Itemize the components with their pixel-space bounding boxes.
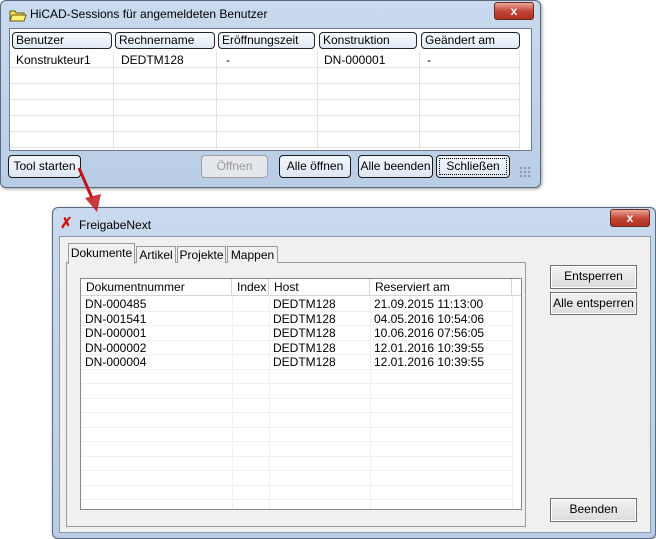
row-line (10, 83, 520, 84)
table-row[interactable]: DN-001541 DEDTM128 04.05.2016 10:54:06 (81, 312, 512, 326)
tab-projekte[interactable]: Projekte (177, 246, 226, 263)
table-cell: DEDTM128 (273, 311, 336, 326)
column-header[interactable]: Benutzer (12, 32, 112, 49)
table-row[interactable]: DN-000002 DEDTM128 12.01.2016 10:39:55 (81, 341, 512, 355)
column-header[interactable]: Geändert am (421, 32, 520, 49)
table-cell: DN-000001 (85, 326, 147, 340)
row-line (81, 470, 512, 471)
tab-mappen[interactable]: Mappen (227, 246, 278, 263)
table-cell: - (226, 53, 230, 67)
sessions-table-body: Benutzer Rechnername Eröffnungszeit Konstru… (10, 29, 531, 150)
column-header[interactable]: Index (232, 279, 269, 296)
table-cell: 21.09.2015 11:13:00 (374, 297, 484, 311)
table-cell: DEDTM128 (273, 297, 336, 311)
end-all-button[interactable]: Alle beenden (358, 155, 433, 178)
row-line (10, 67, 520, 68)
table-cell: 04.05.2016 10:54:06 (374, 311, 485, 326)
table-cell: DEDTM128 (273, 355, 336, 369)
quit-button[interactable]: Beenden (550, 498, 637, 522)
table-cell: Konstrukteur1 (16, 53, 91, 67)
table-cell: DEDTM128 (121, 53, 184, 67)
freigabe-window: ✗ FreigabeNext x Dokumente Artikel Proje… (52, 207, 656, 539)
row-line (81, 412, 512, 413)
table-cell: DN-000001 (324, 53, 386, 67)
table-cell: DN-000004 (85, 355, 147, 369)
table-cell: DEDTM128 (273, 340, 336, 355)
row-line (81, 455, 512, 457)
row-line (10, 99, 520, 100)
tab-dokumente[interactable]: Dokumente (68, 243, 135, 264)
table-cell: 10.06.2016 07:56:05 (374, 326, 485, 340)
window-title: FreigabeNext (79, 218, 152, 232)
column-header[interactable]: Rechnername (115, 32, 215, 49)
row-line (81, 441, 512, 442)
table-row[interactable]: Konstrukteur1 DEDTM128 - DN-000001 - (10, 51, 520, 67)
open-all-button[interactable]: Alle öffnen (279, 155, 351, 178)
row-line (10, 147, 520, 148)
table-cell: DEDTM128 (273, 326, 336, 340)
open-button[interactable]: Öffnen (201, 155, 268, 178)
table-cell: - (427, 53, 431, 67)
folder-icon (9, 10, 27, 22)
tab-artikel[interactable]: Artikel (136, 246, 176, 263)
row-line (81, 426, 512, 428)
table-cell: DN-000002 (85, 340, 147, 355)
table-row[interactable]: DN-000004 DEDTM128 12.01.2016 10:39:55 (81, 355, 512, 369)
col-line (512, 296, 513, 509)
row-line (81, 383, 512, 384)
close-session-button[interactable]: Schließen (436, 155, 510, 178)
header-filler (512, 279, 521, 296)
column-header[interactable]: Host (269, 279, 370, 296)
table-row[interactable]: DN-000485 DEDTM128 21.09.2015 11:13:00 (81, 297, 512, 311)
table-cell: 12.01.2016 10:39:55 (374, 355, 485, 369)
column-header[interactable]: Konstruktion (319, 32, 417, 49)
unlock-all-button[interactable]: Alle entsperren (550, 292, 637, 315)
table-row[interactable]: DN-000001 DEDTM128 10.06.2016 07:56:05 (81, 326, 512, 340)
close-button[interactable]: x (610, 209, 650, 227)
row-line (81, 484, 512, 486)
documents-list: Dokumentnummer Index Host Reserviert am DN-0… (80, 278, 522, 510)
window-title: HiCAD-Sessions für angemeldeten Benutzer (30, 7, 268, 21)
table-cell: 12.01.2016 10:39:55 (374, 340, 485, 355)
row-line (81, 499, 512, 500)
column-header[interactable]: Eröffnungszeit (218, 32, 315, 49)
column-header[interactable]: Reserviert am (370, 279, 512, 296)
close-button[interactable]: x (494, 2, 534, 20)
column-header[interactable]: Dokumentnummer (81, 279, 232, 296)
row-line (81, 397, 512, 399)
unlock-button[interactable]: Entsperren (550, 265, 637, 289)
table-cell: DN-000485 (85, 297, 147, 311)
row-line (10, 115, 520, 116)
resize-grip[interactable] (519, 166, 531, 178)
pointer-arrow (77, 167, 101, 212)
table-cell: DN-001541 (85, 311, 147, 326)
row-line (10, 131, 520, 132)
